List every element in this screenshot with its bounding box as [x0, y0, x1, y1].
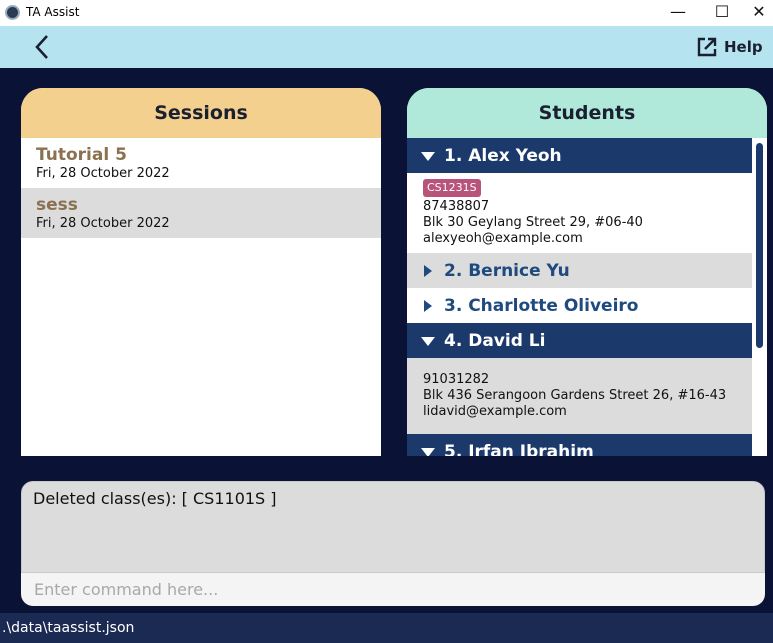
student-phone: 87438807 — [423, 199, 490, 214]
collapsed-triangle-icon[interactable] — [421, 264, 435, 278]
session-name: Tutorial 5 — [36, 145, 127, 165]
students-list[interactable]: 1. Alex Yeoh CS1231S 87438807 Blk 30 Gey… — [407, 138, 752, 456]
student-phone: 91031282 — [423, 372, 490, 387]
session-date: Fri, 28 October 2022 — [36, 166, 170, 181]
session-item[interactable]: sess Fri, 28 October 2022 — [21, 188, 381, 238]
student-name: 5. Irfan Ibrahim — [444, 441, 594, 457]
session-date: Fri, 28 October 2022 — [36, 216, 170, 231]
students-scrollbar[interactable] — [756, 143, 763, 348]
student-row-header[interactable]: 2. Bernice Yu — [407, 253, 752, 288]
window-title-bar: TA Assist — ☐ ✕ — [0, 0, 773, 26]
sessions-header: Sessions — [21, 88, 381, 138]
minimize-button[interactable]: — — [655, 0, 701, 26]
result-text: Deleted class(es): [ CS1101S ] — [33, 489, 277, 508]
command-input[interactable] — [21, 573, 765, 606]
student-email: lidavid@example.com — [423, 404, 567, 419]
student-name: 4. David Li — [444, 330, 546, 351]
collapsed-triangle-icon[interactable] — [421, 299, 435, 313]
command-box — [21, 573, 765, 606]
expanded-triangle-icon[interactable] — [421, 334, 435, 348]
student-row-header[interactable]: 1. Alex Yeoh — [407, 138, 752, 173]
external-link-icon — [697, 37, 717, 57]
window-title: TA Assist — [26, 5, 80, 19]
student-details: 91031282 Blk 436 Serangoon Gardens Stree… — [407, 358, 752, 434]
help-button[interactable]: Help — [696, 35, 763, 59]
student-row-header[interactable]: 3. Charlotte Oliveiro — [407, 288, 752, 323]
close-window-button[interactable]: ✕ — [736, 0, 773, 26]
result-display: Deleted class(es): [ CS1101S ] — [21, 481, 765, 573]
top-navbar: Help — [0, 26, 773, 68]
status-bar: .\data\taassist.json — [0, 613, 773, 643]
student-name: 2. Bernice Yu — [444, 260, 570, 281]
expanded-triangle-icon[interactable] — [421, 149, 435, 163]
students-panel: Students 1. Alex Yeoh CS1231S 87438807 B… — [407, 88, 767, 456]
expanded-triangle-icon[interactable] — [421, 445, 435, 456]
session-name: sess — [36, 195, 78, 215]
student-details: CS1231S 87438807 Blk 30 Geylang Street 2… — [407, 173, 752, 253]
help-label: Help — [724, 38, 763, 56]
back-button[interactable] — [30, 33, 56, 61]
app-logo-icon — [5, 5, 20, 20]
student-name: 1. Alex Yeoh — [444, 145, 562, 166]
chevron-left-icon — [35, 35, 48, 59]
class-tag: CS1231S — [423, 179, 481, 197]
sessions-panel: Sessions Tutorial 5 Fri, 28 October 2022… — [21, 88, 381, 456]
student-row-header[interactable]: 4. David Li — [407, 323, 752, 358]
student-row-header[interactable]: 5. Irfan Ibrahim — [407, 434, 752, 456]
data-file-path: .\data\taassist.json — [2, 620, 135, 636]
student-name: 3. Charlotte Oliveiro — [444, 295, 639, 316]
student-address: Blk 30 Geylang Street 29, #06-40 — [423, 215, 643, 230]
session-item[interactable]: Tutorial 5 Fri, 28 October 2022 — [21, 138, 381, 188]
student-address: Blk 436 Serangoon Gardens Street 26, #16… — [423, 388, 727, 403]
students-header: Students — [407, 88, 767, 138]
student-email: alexyeoh@example.com — [423, 231, 583, 246]
